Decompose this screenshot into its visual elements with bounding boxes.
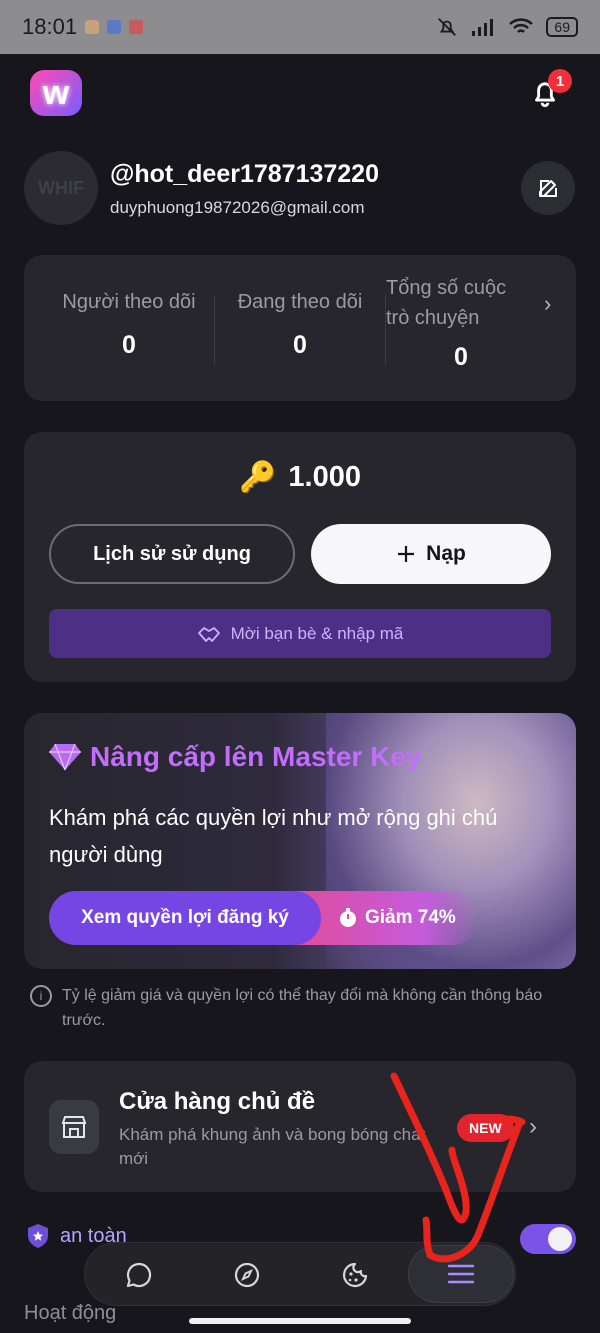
username: @hot_deer1787137220 [110, 160, 379, 188]
signal-icon [472, 19, 494, 36]
promo-title-row: Nâng cấp lên Master Key [48, 741, 421, 773]
status-time: 18:01 [22, 14, 78, 39]
tiger-emoji-icon [129, 20, 144, 34]
notification-badge: 1 [548, 69, 572, 93]
top-up-button[interactable]: Nạp [311, 524, 551, 584]
tiger-emoji-icon [107, 20, 122, 34]
mute-bell-icon [438, 18, 457, 36]
status-bar: 18:01 69 [0, 0, 600, 54]
diamond-icon [49, 743, 81, 771]
master-key-promo-card[interactable]: Nâng cấp lên Master Key Khám phá các quy… [24, 713, 576, 969]
disclaimer-notice: i Tỷ lệ giảm giá và quyền lợi có thể tha… [30, 983, 570, 1033]
stats-card[interactable]: Người theo dõi 0 Đang theo dõi 0 Tổng số… [24, 255, 576, 401]
balance-row: 🔑 1.000 [24, 460, 576, 495]
nav-explore[interactable] [193, 1243, 301, 1307]
chevron-right-icon: › [529, 1113, 537, 1140]
info-icon: i [30, 985, 52, 1007]
handshake-icon [197, 626, 220, 642]
nav-menu[interactable] [408, 1245, 514, 1303]
plus-icon [398, 546, 415, 562]
notice-text: Tỷ lệ giảm giá và quyền lợi có thể thay … [62, 987, 543, 1029]
invite-label: Mời bạn bè & nhập mã [230, 623, 404, 643]
chat-bubble-icon [126, 1262, 152, 1288]
top-up-label: Nạp [426, 542, 466, 565]
usage-history-button[interactable]: Lịch sử sử dụng [49, 524, 295, 584]
chevron-right-icon: › [544, 291, 552, 316]
followers-label: Người theo dõi [62, 291, 196, 313]
chats-label-line1: Tổng số cuộc [386, 277, 507, 299]
wallet-card: 🔑 1.000 Lịch sử sử dụng Nạp Mời bạn bè &… [24, 432, 576, 682]
discount-label: Giảm 74% [365, 907, 456, 928]
theme-shop-card[interactable]: Cửa hàng chủ đề Khám phá khung ảnh và bo… [24, 1061, 576, 1192]
promo-cta-group[interactable]: Xem quyền lợi đăng ký Giảm 74% [49, 891, 479, 945]
promo-description: Khám phá các quyền lợi như mở rộng ghi c… [49, 805, 498, 867]
following-stat[interactable]: Đang theo dõi 0 [214, 287, 386, 360]
bottom-navigation [84, 1242, 516, 1306]
home-indicator[interactable] [189, 1318, 411, 1324]
menu-icon [447, 1264, 475, 1284]
followers-stat[interactable]: Người theo dõi 0 [34, 287, 224, 360]
edit-icon [539, 180, 557, 197]
activity-section-heading: Hoạt động [24, 1302, 117, 1324]
promo-title: Nâng cấp lên Master Key [90, 741, 422, 772]
key-icon: 🔑 [239, 461, 277, 494]
user-email: duyphuong19872026@gmail.com [110, 198, 365, 217]
new-badge: NEW [457, 1114, 514, 1142]
stopwatch-icon [340, 908, 356, 927]
battery-indicator: 69 [546, 17, 578, 37]
nav-chat[interactable] [85, 1243, 193, 1307]
invite-friends-button[interactable]: Mời bạn bè & nhập mã [49, 609, 551, 658]
following-value: 0 [293, 331, 307, 359]
chats-label-line2: trò chuyện [386, 307, 480, 329]
chats-stat[interactable]: Tổng số cuộc trò chuyện 0 [386, 273, 536, 372]
chats-value: 0 [454, 343, 468, 371]
store-icon [49, 1100, 99, 1154]
nav-cookie[interactable] [301, 1243, 409, 1307]
followers-value: 0 [122, 331, 136, 359]
theme-shop-title: Cửa hàng chủ đề [119, 1088, 316, 1115]
theme-shop-subtitle: Khám phá khung ảnh và bong bóng chat mới [119, 1125, 426, 1168]
view-subscription-benefits-button[interactable]: Xem quyền lợi đăng ký [49, 891, 321, 945]
tiger-emoji-icon [85, 20, 100, 34]
cookie-icon [343, 1262, 368, 1288]
following-label: Đang theo dõi [237, 291, 363, 313]
edit-profile-button[interactable] [521, 161, 575, 215]
wifi-icon [509, 18, 534, 33]
key-balance: 1.000 [288, 461, 361, 493]
safe-mode-toggle[interactable] [520, 1224, 576, 1254]
app-logo: w [30, 70, 82, 116]
compass-icon [234, 1262, 260, 1288]
shield-icon [28, 1224, 48, 1248]
avatar[interactable]: WHIF [24, 151, 98, 225]
